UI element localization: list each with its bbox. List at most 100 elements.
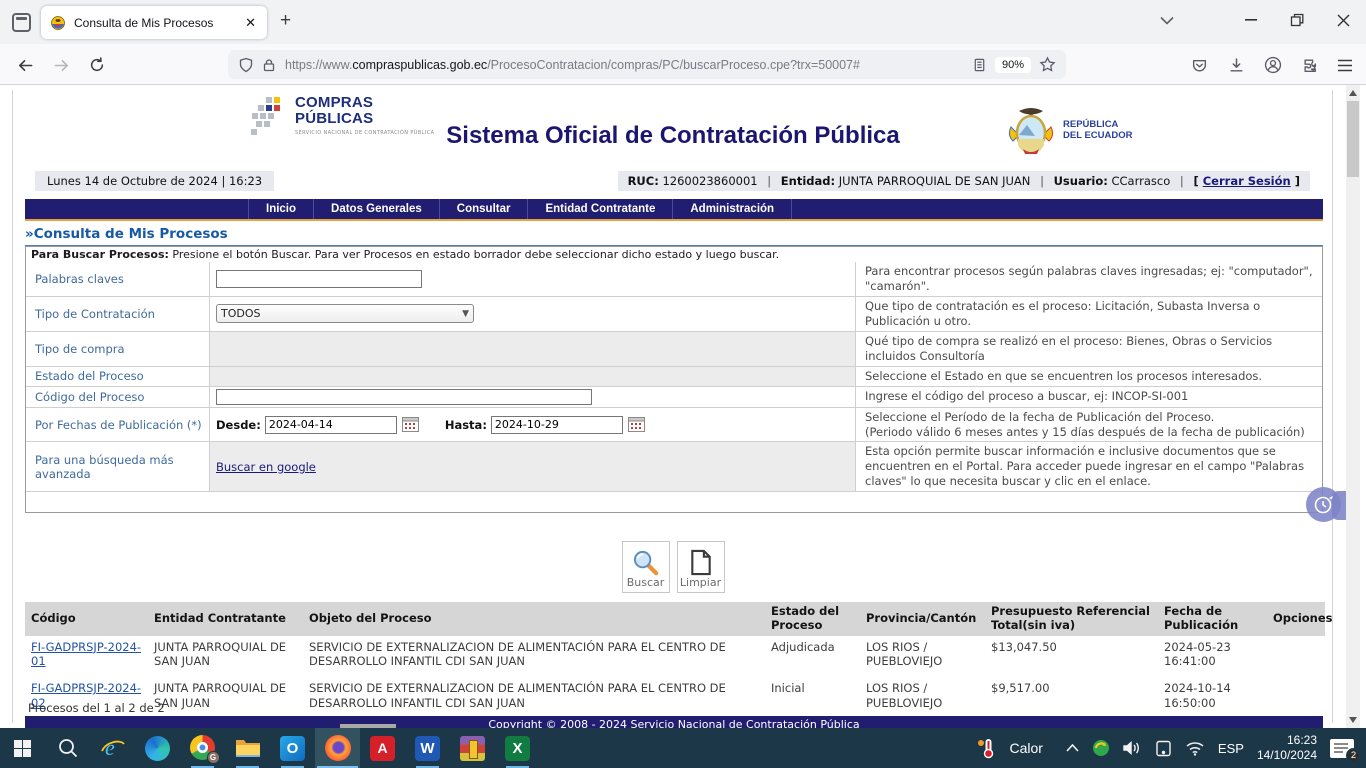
scrollbar-thumb[interactable] — [1347, 101, 1359, 177]
limpiar-button[interactable]: Limpiar — [677, 541, 725, 593]
shield-icon[interactable] — [238, 57, 254, 73]
menu-hamburger-icon[interactable] — [1332, 52, 1358, 78]
taskbar-file-explorer-button[interactable] — [225, 728, 270, 768]
help-palabras-claves: Para encontrar procesos según palabras c… — [856, 262, 1322, 296]
firefox-icon — [325, 735, 351, 761]
winrar-icon — [460, 736, 485, 761]
pocket-icon[interactable] — [1186, 52, 1212, 78]
display-cast-icon[interactable] — [1155, 740, 1172, 757]
nav-item-consultar[interactable]: Consultar — [440, 199, 529, 219]
help-fechas-line2: (Periodo válido 6 meses antes y 15 días … — [865, 425, 1313, 440]
account-icon[interactable] — [1260, 52, 1286, 78]
main-nav: Inicio Datos Generales Consultar Entidad… — [25, 199, 1323, 221]
codigo-proceso-input[interactable] — [216, 389, 592, 405]
window-close-button[interactable] — [1320, 0, 1366, 40]
taskbar-search-button[interactable] — [45, 728, 90, 768]
start-button[interactable] — [0, 728, 45, 768]
floating-clock-widget[interactable] — [1306, 487, 1346, 525]
logout-link[interactable]: Cerrar Sesión — [1203, 174, 1291, 188]
help-tipo-compra: Qué tipo de compra se realizó en el proc… — [856, 332, 1322, 366]
page-right-edge — [1332, 90, 1333, 723]
forward-button[interactable] — [48, 52, 74, 78]
file-explorer-icon — [235, 737, 261, 759]
language-indicator[interactable]: ESP — [1218, 741, 1244, 756]
nav-item-entidad-contratante[interactable]: Entidad Contratante — [528, 199, 673, 219]
session-info-box: RUC: 1260023860001 | Entidad: JUNTA PARR… — [618, 171, 1310, 191]
browser-tab-bar: Consulta de Mis Procesos ✕ + — [0, 0, 1366, 44]
col-objeto: Objeto del Proceso — [303, 602, 765, 636]
reload-button[interactable] — [84, 52, 110, 78]
taskbar-internet-explorer-button[interactable]: e — [90, 728, 135, 768]
republic-line2: DEL ECUADOR — [1063, 131, 1133, 142]
tray-chevron-up-icon[interactable] — [1066, 744, 1079, 752]
firefox-view-icon[interactable] — [12, 13, 31, 32]
buscar-en-google-link[interactable]: Buscar en google — [216, 460, 316, 474]
taskbar-firefox-button[interactable] — [315, 728, 360, 768]
label-tipo-contratacion: Tipo de Contratación — [26, 297, 210, 331]
col-presupuesto: Presupuesto Referencial Total(sin iva) — [985, 602, 1158, 636]
bookmark-star-icon[interactable] — [1039, 56, 1056, 73]
taskbar-excel-button[interactable]: X — [495, 728, 540, 768]
wifi-icon[interactable] — [1185, 741, 1205, 756]
fecha-hasta-input[interactable] — [491, 416, 623, 434]
taskbar-winrar-button[interactable] — [450, 728, 495, 768]
vertical-scrollbar[interactable] — [1346, 85, 1360, 728]
coat-of-arms-icon — [1005, 105, 1057, 157]
window-restore-button[interactable] — [1274, 0, 1320, 40]
col-opciones: Opciones — [1267, 602, 1325, 636]
nav-item-inicio[interactable]: Inicio — [248, 199, 314, 219]
calendar-hasta-icon[interactable] — [628, 417, 645, 432]
process-code-link[interactable]: FI-GADPRSJP-2024-01 — [31, 640, 141, 668]
excel-icon: X — [505, 736, 530, 761]
cell-objeto: SERVICIO DE EXTERNALIZACION DE ALIMENTAC… — [303, 636, 765, 678]
url-text: https://www.compraspublicas.gob.ec/Proce… — [285, 58, 860, 72]
nav-item-administracion[interactable]: Administración — [673, 199, 792, 219]
extensions-puzzle-icon[interactable] — [1296, 52, 1322, 78]
window-minimize-button[interactable] — [1228, 0, 1274, 40]
pagination-text: Procesos del 1 al 2 de 2 — [28, 701, 165, 715]
table-row: FI-GADPRSJP-2024-01 JUNTA PARROQUIAL DE … — [25, 636, 1325, 678]
fecha-desde-input[interactable] — [265, 416, 397, 434]
nav-item-datos-generales[interactable]: Datos Generales — [314, 199, 440, 219]
taskbar-outlook-button[interactable]: O — [270, 728, 315, 768]
search-magnifier-icon — [632, 549, 659, 576]
calendar-desde-icon[interactable] — [402, 417, 419, 432]
taskbar-chrome-button[interactable]: G — [180, 728, 225, 768]
browser-tab[interactable]: Consulta de Mis Procesos ✕ — [41, 6, 267, 39]
zoom-level-badge[interactable]: 90% — [995, 57, 1031, 73]
taskbar-clock[interactable]: 16:23 14/10/2024 — [1257, 733, 1317, 763]
new-tab-button[interactable]: + — [280, 10, 291, 32]
tipo-contratacion-select[interactable]: TODOS ▼ — [216, 304, 474, 323]
back-button[interactable] — [12, 52, 38, 78]
col-fecha: Fecha de Publicación — [1158, 602, 1267, 636]
internet-explorer-icon: e — [100, 735, 126, 761]
tab-list-chevron-icon[interactable] — [1144, 0, 1190, 40]
col-codigo: Código — [25, 602, 148, 636]
tab-close-icon[interactable]: ✕ — [243, 15, 258, 31]
entidad-value: JUNTA PARROQUIAL DE SAN JUAN — [839, 174, 1031, 188]
palabras-claves-input[interactable] — [216, 270, 422, 288]
volume-icon[interactable] — [1123, 740, 1142, 756]
system-tray: Calor ESP 16:23 14/10/2024 2 — [976, 728, 1366, 768]
cell-objeto: SERVICIO DE EXTERNALIZACION DE ALIMENTAC… — [303, 677, 765, 719]
help-fechas-line1: Seleccione el Período de la fecha de Pub… — [865, 410, 1313, 425]
taskbar-acrobat-button[interactable]: A — [360, 728, 405, 768]
scroll-up-arrow-icon[interactable] — [1349, 90, 1357, 96]
scroll-down-arrow-icon[interactable] — [1349, 717, 1357, 723]
label-estado-proceso: Estado del Proceso — [26, 367, 210, 386]
weather-label[interactable]: Calor — [1009, 740, 1042, 756]
weather-thermometer-icon[interactable] — [976, 737, 996, 759]
chevron-down-icon: ▼ — [462, 309, 469, 319]
downloads-icon[interactable] — [1223, 52, 1249, 78]
action-center-button[interactable]: 2 — [1330, 739, 1354, 758]
lock-icon[interactable] — [261, 57, 277, 73]
buscar-button[interactable]: Buscar — [622, 541, 670, 593]
antivirus-icon[interactable] — [1092, 739, 1110, 757]
label-tipo-compra: Tipo de compra — [26, 332, 210, 366]
taskbar-edge-button[interactable] — [135, 728, 180, 768]
url-bar[interactable]: https://www.compraspublicas.gob.ec/Proce… — [228, 50, 1066, 79]
hasta-label: Hasta: — [445, 418, 487, 432]
reader-mode-icon[interactable] — [972, 57, 987, 73]
blank-page-icon — [689, 549, 713, 576]
taskbar-word-button[interactable]: W — [405, 728, 450, 768]
